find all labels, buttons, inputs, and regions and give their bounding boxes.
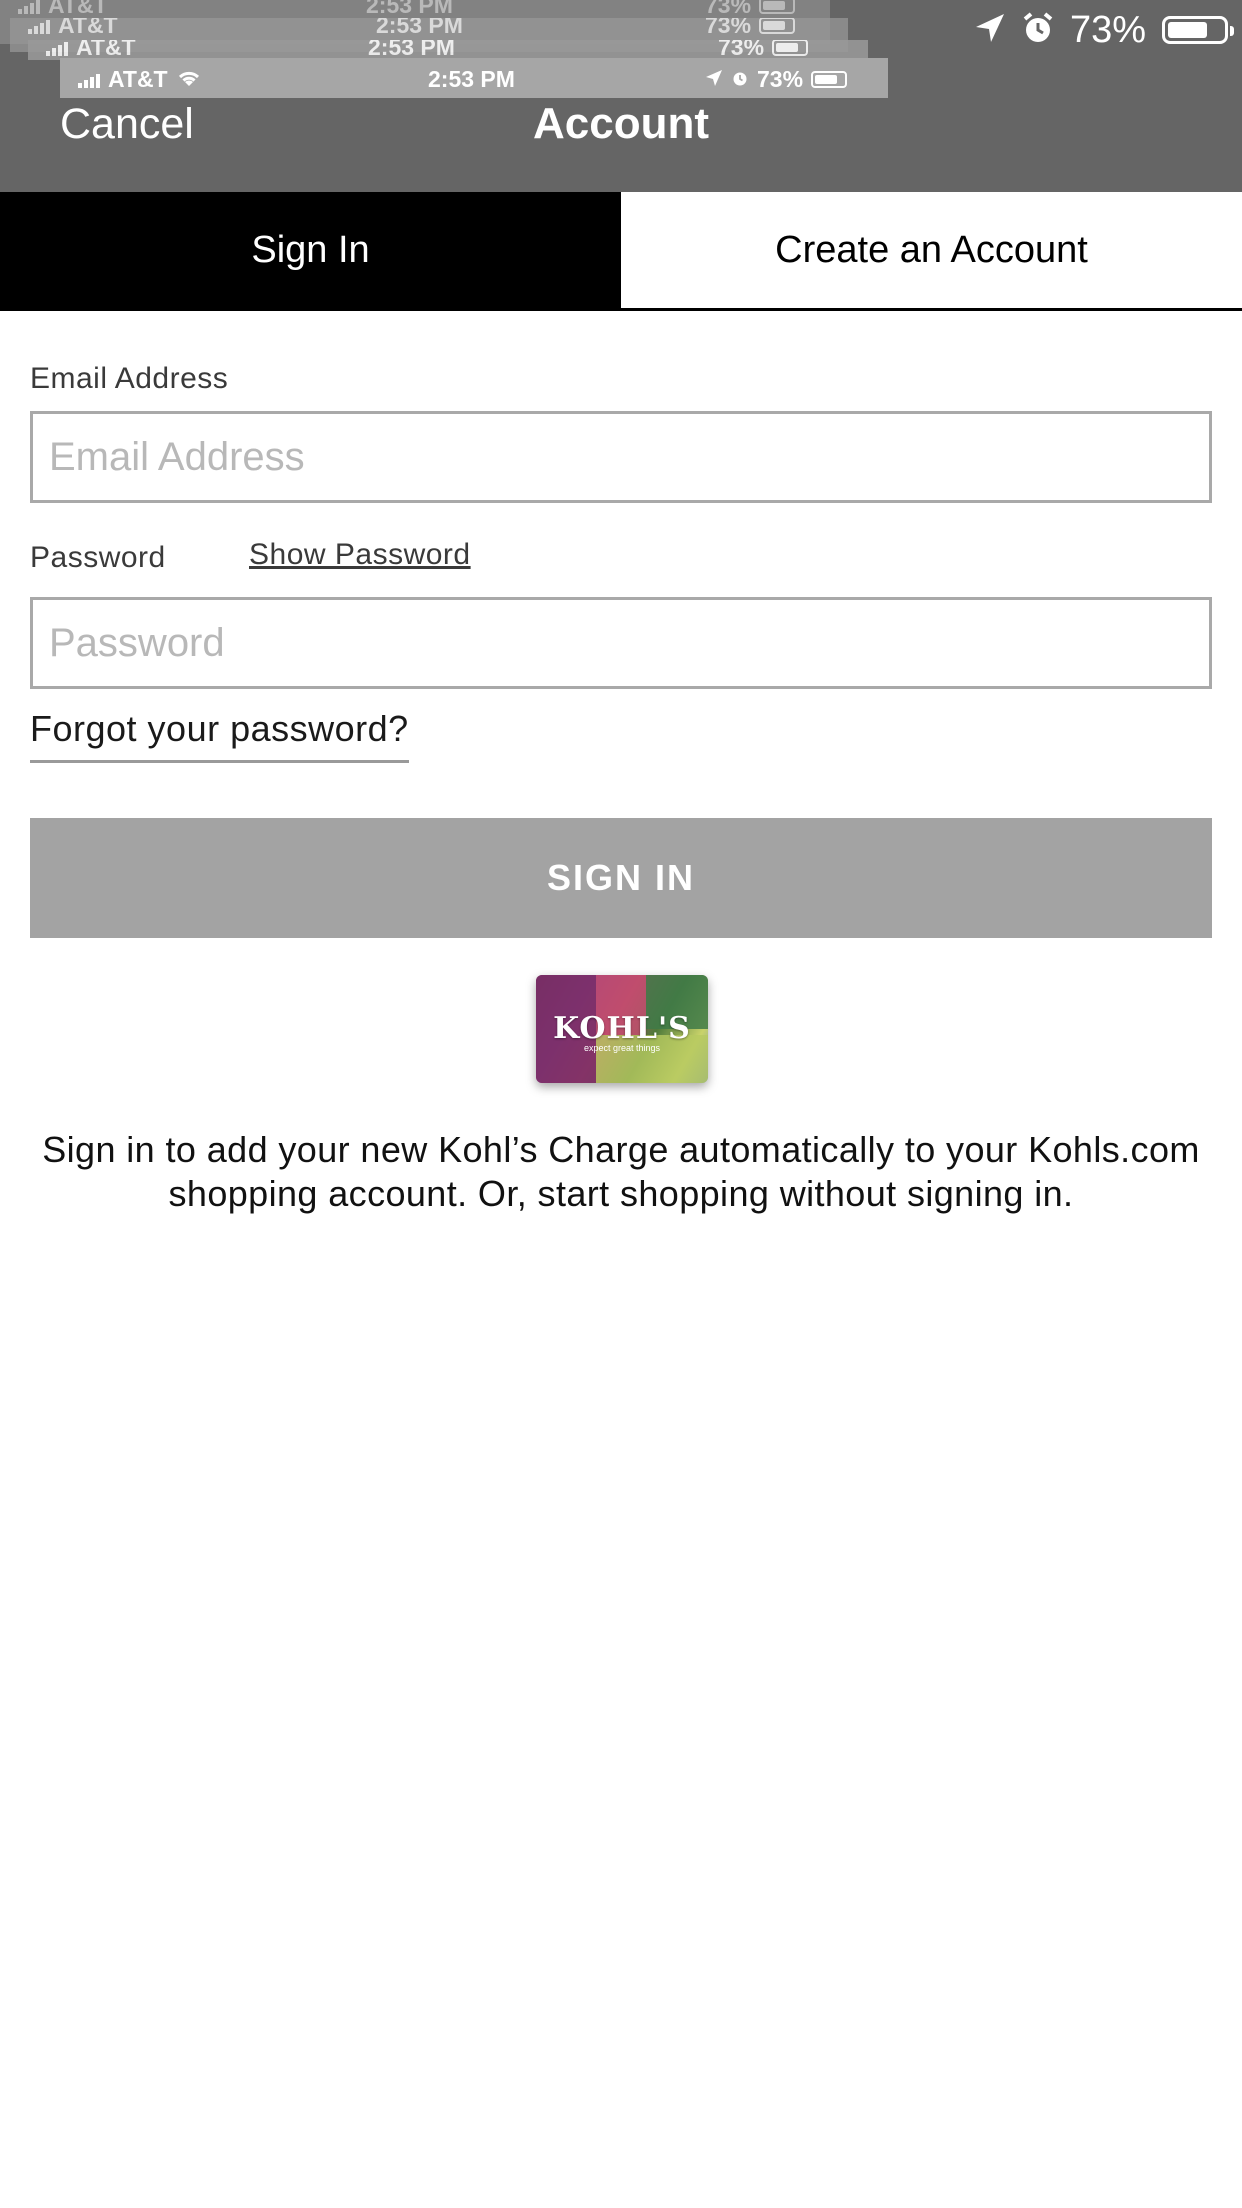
battery-percentage: 73% (1069, 8, 1146, 51)
signal-icon (78, 72, 100, 88)
ghost-battery: 73% (718, 40, 809, 60)
ghost-status-bar-3: AT&T 2:53 PM 73% (28, 40, 868, 60)
kohls-charge-card-icon: KOHL'S expect great things (536, 975, 708, 1083)
password-label: Password (30, 541, 166, 574)
ghost-time: 2:53 PM (366, 0, 453, 18)
ghost-status-bar-main: AT&T 2:53 PM 73% (60, 58, 888, 98)
password-field[interactable] (30, 597, 1212, 689)
ghost-battery: 73% (705, 66, 848, 93)
location-icon (705, 66, 723, 93)
forgot-password-link[interactable]: Forgot your password? (30, 708, 409, 763)
show-password-link[interactable]: Show Password (249, 538, 471, 572)
alarm-icon (1022, 11, 1054, 50)
card-brand: KOHL'S (553, 1011, 691, 1046)
tab-sign-in[interactable]: Sign In (0, 192, 621, 308)
wifi-icon (176, 66, 202, 93)
sign-in-button[interactable]: SIGN IN (30, 818, 1212, 938)
ghost-battery: 73% (705, 0, 796, 19)
battery-icon (1162, 16, 1234, 44)
ghost-carrier: AT&T (46, 40, 136, 60)
ghost-battery: 73% (705, 18, 796, 39)
email-label: Email Address (30, 362, 229, 395)
signal-icon (18, 0, 40, 14)
card-tagline: expect great things (583, 1043, 661, 1053)
status-bar-right: 73% (974, 8, 1234, 52)
ghost-carrier: AT&T (28, 18, 118, 39)
signal-icon (46, 40, 68, 56)
ghost-carrier: AT&T (18, 0, 108, 19)
alarm-icon (731, 66, 749, 93)
ghost-time: 2:53 PM (368, 40, 455, 60)
location-icon (974, 12, 1006, 49)
ghost-carrier: AT&T (78, 66, 202, 93)
signal-icon (28, 18, 50, 34)
tab-create-account[interactable]: Create an Account (621, 192, 1242, 308)
account-tabs: Sign In Create an Account (0, 192, 1242, 311)
email-field[interactable] (30, 411, 1212, 503)
ghost-time: 2:53 PM (376, 18, 463, 38)
navigation-header: AT&T 2:53 PM 73% AT&T 2:53 PM 73% AT&T 2… (0, 0, 1242, 192)
page-title: Account (533, 99, 709, 148)
promo-text: Sign in to add your new Kohl’s Charge au… (42, 1129, 1200, 1214)
ghost-time: 2:53 PM (428, 66, 515, 92)
